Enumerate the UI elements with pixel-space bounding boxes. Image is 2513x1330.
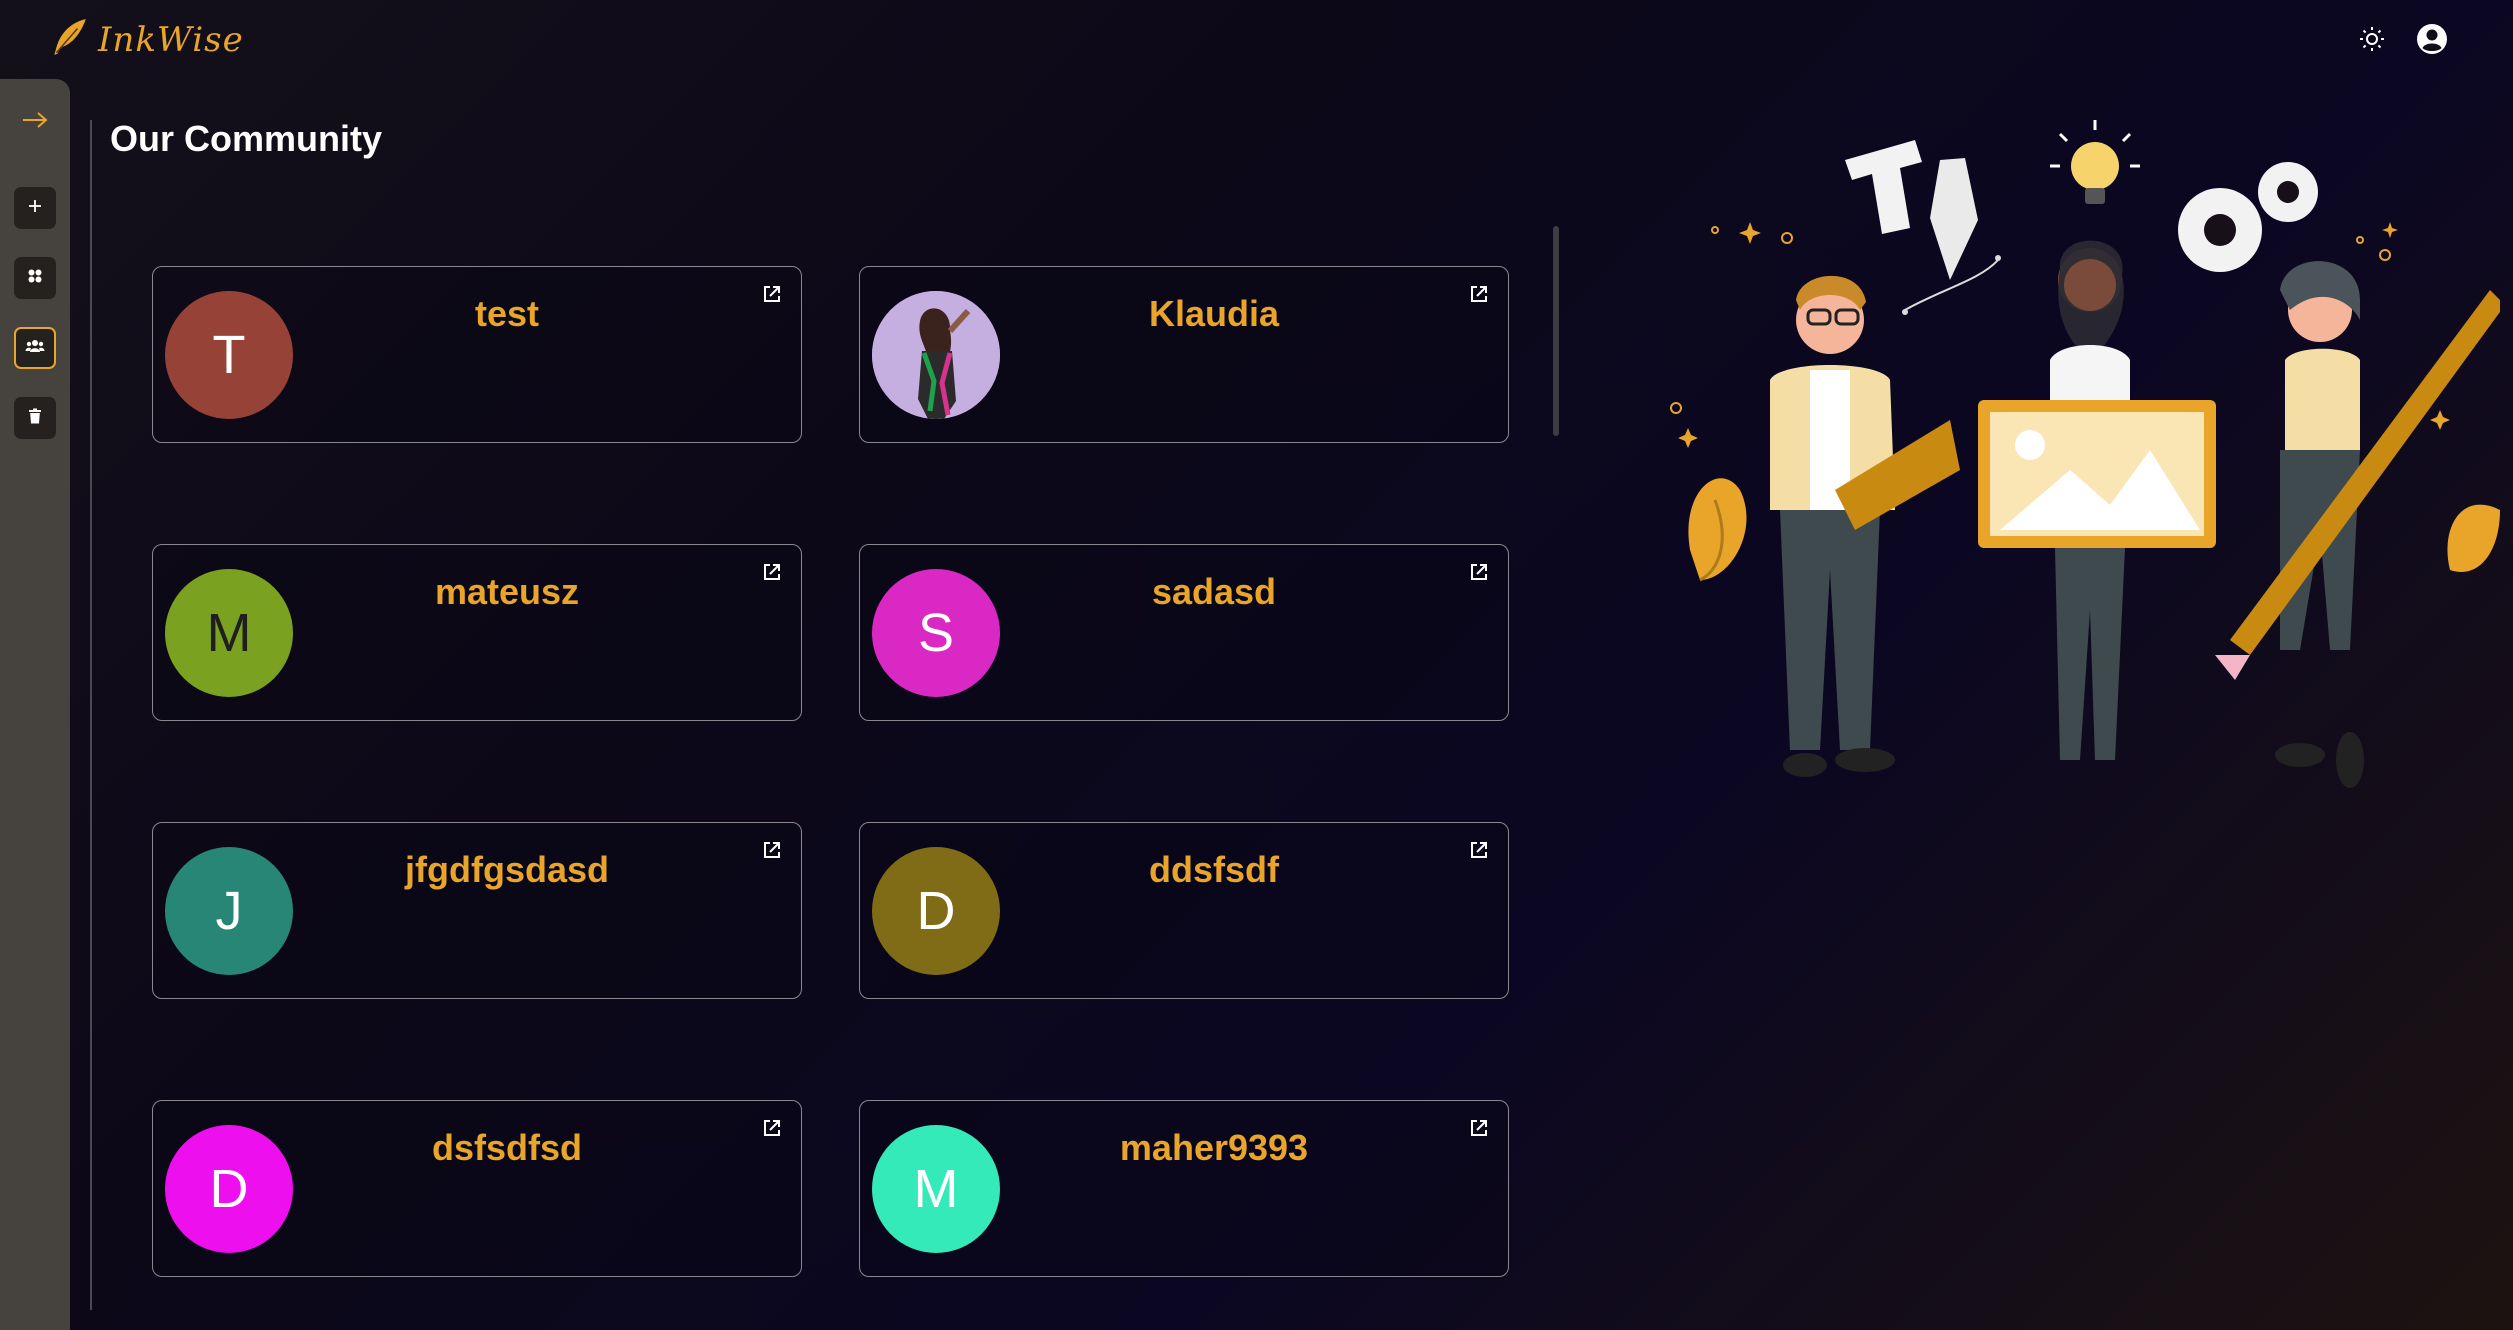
users-icon [25, 338, 45, 359]
avatar[interactable]: D [872, 847, 1000, 975]
username: jfgdfgsdasd [405, 849, 609, 890]
external-link-icon[interactable] [1468, 283, 1492, 307]
username: Klaudia [1148, 293, 1280, 334]
external-link-icon[interactable] [761, 1117, 785, 1141]
external-link-icon[interactable] [1468, 1117, 1492, 1141]
user-card[interactable]: Ssadasd [859, 544, 1509, 721]
username: sadasd [1151, 571, 1277, 612]
external-link-icon[interactable] [761, 283, 785, 307]
feather-icon [48, 16, 90, 63]
username: test [474, 293, 540, 334]
plus-icon [27, 198, 43, 219]
avatar[interactable]: D [165, 1125, 293, 1253]
username: maher9393 [1119, 1127, 1309, 1168]
sidebar [0, 79, 70, 1330]
avatar[interactable] [872, 291, 1000, 419]
app-logo[interactable]: InkWise [48, 16, 244, 63]
external-link-icon[interactable] [1468, 839, 1492, 863]
user-card[interactable]: Jjfgdfgsdasd [152, 822, 802, 999]
avatar[interactable]: J [165, 847, 293, 975]
sidebar-item-community[interactable] [14, 327, 56, 369]
user-card[interactable]: Dddsfsdf [859, 822, 1509, 999]
external-link-icon[interactable] [761, 839, 785, 863]
external-link-icon[interactable] [761, 561, 785, 585]
username: dsfsdfsd [431, 1127, 582, 1168]
user-card[interactable]: Ttest [152, 266, 802, 443]
grid-icon [27, 268, 43, 289]
content-divider [90, 120, 92, 1310]
user-card[interactable]: Klaudia [859, 266, 1509, 443]
sun-icon[interactable] [2355, 22, 2389, 56]
avatar[interactable]: S [872, 569, 1000, 697]
user-card[interactable]: Ddsfsdfsd [152, 1100, 802, 1277]
avatar[interactable]: M [872, 1125, 1000, 1253]
external-link-icon[interactable] [1468, 561, 1492, 585]
sidebar-item-add[interactable] [14, 187, 56, 229]
user-circle-icon[interactable] [2415, 22, 2449, 56]
user-card[interactable]: Mmateusz [152, 544, 802, 721]
scrollbar-thumb[interactable] [1553, 226, 1559, 436]
user-card[interactable]: Mmaher9393 [859, 1100, 1509, 1277]
trash-icon [28, 408, 42, 429]
arrow-right-icon[interactable] [18, 103, 52, 137]
username: mateusz [434, 571, 580, 612]
page-title: Our Community [110, 118, 383, 159]
avatar[interactable]: T [165, 291, 293, 419]
sidebar-item-trash[interactable] [14, 397, 56, 439]
username: ddsfsdf [1149, 849, 1279, 890]
app-name: InkWise [98, 19, 244, 60]
sidebar-item-dashboard[interactable] [14, 257, 56, 299]
avatar[interactable]: M [165, 569, 293, 697]
top-bar: InkWise [0, 0, 2513, 78]
community-illustration [1660, 110, 2505, 830]
